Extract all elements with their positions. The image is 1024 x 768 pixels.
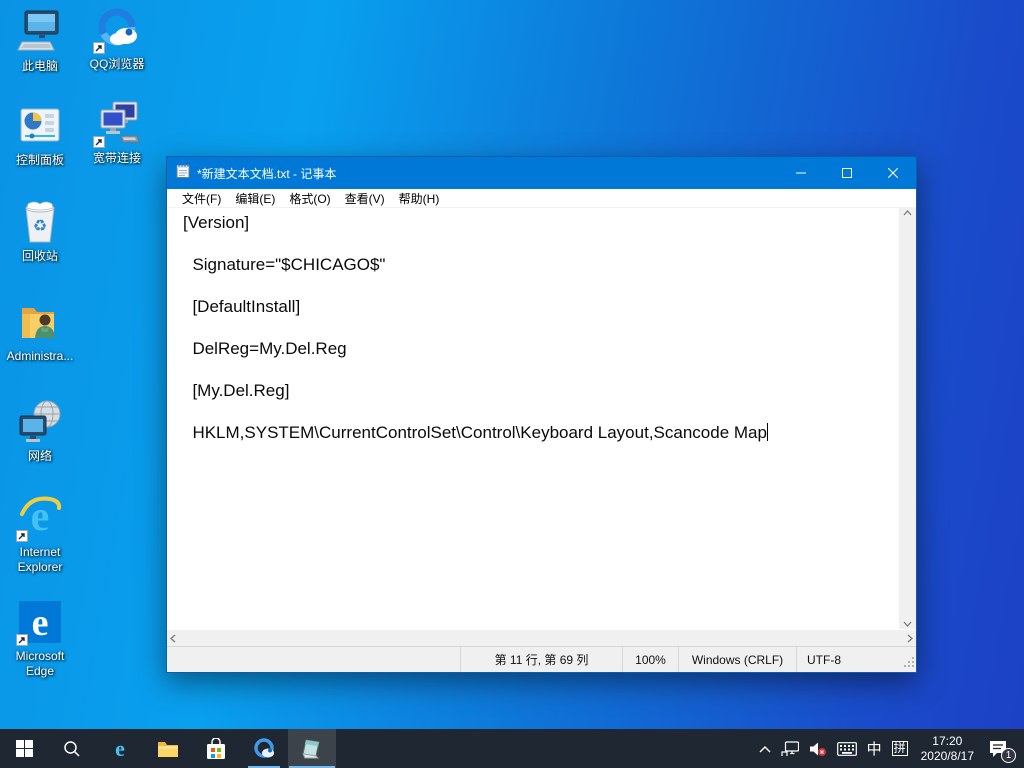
resize-grip[interactable]	[904, 656, 914, 670]
notification-badge: 1	[1001, 748, 1016, 763]
shortcut-arrow-icon	[93, 42, 105, 54]
menu-edit[interactable]: 编辑(E)	[228, 190, 282, 207]
text-editor-area[interactable]: [Version] Signature="$CHICAGO$" [Default…	[167, 208, 899, 629]
maximize-button[interactable]	[824, 157, 870, 189]
menu-help[interactable]: 帮助(H)	[392, 190, 447, 207]
window-title: *新建文本文档.txt - 记事本	[197, 165, 778, 182]
desktop-icon-label: QQ浏览器	[90, 57, 145, 72]
status-cursor-position: 第 11 行, 第 69 列	[460, 647, 622, 672]
taskbar-notepad-button[interactable]	[288, 729, 336, 768]
desktop-icon-broadband[interactable]: 宽带连接	[78, 100, 156, 166]
status-line-ending: Windows (CRLF)	[678, 647, 796, 672]
clock-date: 2020/8/17	[921, 749, 974, 764]
scroll-right-icon	[907, 634, 913, 643]
scroll-left-icon	[170, 634, 176, 643]
tray-network[interactable]	[776, 729, 804, 768]
taskbar-file-explorer-button[interactable]	[144, 729, 192, 768]
svg-text:e: e	[32, 602, 49, 644]
status-zoom-level: 100%	[622, 647, 678, 672]
microsoft-edge-icon: e	[16, 598, 64, 646]
tray-touch-keyboard[interactable]	[832, 729, 862, 768]
tray-show-hidden-icons[interactable]	[754, 729, 776, 768]
close-button[interactable]	[870, 157, 916, 189]
notepad-statusbar: 第 11 行, 第 69 列 100% Windows (CRLF) UTF-8	[167, 646, 916, 672]
qq-browser-icon	[252, 737, 276, 761]
clock-time: 17:20	[932, 734, 962, 749]
notepad-icon	[300, 737, 324, 761]
svg-text:♻: ♻	[33, 218, 47, 235]
scroll-up-icon	[903, 210, 912, 216]
notepad-titlebar[interactable]: *新建文本文档.txt - 记事本	[167, 157, 916, 189]
desktop-icon-label: 回收站	[22, 249, 58, 264]
user-folder-icon	[16, 298, 64, 346]
notepad-menubar: 文件(F) 编辑(E) 格式(O) 查看(V) 帮助(H)	[167, 189, 916, 208]
taskbar-edge-button[interactable]: e	[96, 729, 144, 768]
recycle-bin-icon: ♻	[16, 198, 64, 246]
desktop-icon-label: 控制面板	[16, 153, 64, 168]
desktop-icon-label: 宽带连接	[93, 151, 141, 166]
desktop-icon-label: 此电脑	[22, 59, 58, 74]
file-explorer-icon	[157, 738, 179, 760]
network-icon	[781, 741, 799, 757]
notepad-window: *新建文本文档.txt - 记事本 文件(F) 编辑(E) 格式(O) 查看(V…	[166, 156, 917, 673]
broadband-icon	[93, 100, 141, 148]
desktop-icon-this-pc[interactable]: 此电脑	[1, 8, 79, 74]
horizontal-scrollbar[interactable]	[167, 629, 916, 646]
notepad-app-icon	[175, 163, 191, 184]
desktop-icon-internet-explorer[interactable]: e Internet Explorer	[1, 494, 79, 575]
internet-explorer-icon: e	[16, 494, 64, 542]
taskbar-store-button[interactable]	[192, 729, 240, 768]
action-center-button[interactable]: 1	[982, 729, 1018, 768]
microsoft-store-icon	[206, 738, 226, 760]
keyboard-icon	[837, 742, 857, 756]
search-button[interactable]	[48, 729, 96, 768]
svg-text:e: e	[115, 737, 125, 761]
this-pc-icon	[16, 8, 64, 56]
desktop-icon-network[interactable]: 网络	[1, 398, 79, 464]
qq-browser-icon	[93, 6, 141, 54]
desktop-icon-recycle-bin[interactable]: ♻ 回收站	[1, 198, 79, 264]
vertical-scrollbar[interactable]	[899, 208, 916, 629]
scroll-down-icon	[903, 621, 912, 627]
desktop-icon-qq-browser[interactable]: QQ浏览器	[78, 6, 156, 72]
desktop-icon-label: Microsoft Edge	[1, 649, 79, 679]
desktop-icon-admin-folder[interactable]: Administra...	[1, 298, 79, 364]
network-icon	[16, 398, 64, 446]
taskbar-qq-browser-button[interactable]	[240, 729, 288, 768]
shortcut-arrow-icon	[93, 136, 105, 148]
desktop-icon-microsoft-edge[interactable]: e Microsoft Edge	[1, 598, 79, 679]
control-panel-icon	[16, 102, 64, 150]
menu-view[interactable]: 查看(V)	[338, 190, 392, 207]
desktop-icon-control-panel[interactable]: 控制面板	[1, 102, 79, 168]
menu-format[interactable]: 格式(O)	[282, 190, 337, 207]
tray-volume-muted[interactable]	[804, 729, 832, 768]
search-icon	[63, 740, 81, 758]
tray-ime-scheme[interactable]: 拼	[887, 729, 913, 768]
desktop-icon-label: 网络	[28, 449, 52, 464]
tray-ime-mode[interactable]: 中	[862, 729, 887, 768]
taskbar: e	[0, 729, 1024, 768]
text-caret	[767, 423, 768, 441]
volume-muted-icon	[809, 741, 827, 757]
shortcut-arrow-icon	[16, 634, 28, 646]
document-text: [Version] Signature="$CHICAGO$" [Default…	[183, 213, 767, 442]
windows-logo-icon	[16, 740, 33, 757]
tray-clock[interactable]: 17:20 2020/8/17	[913, 734, 982, 764]
chevron-up-icon	[759, 745, 771, 753]
desktop-icon-label: Administra...	[7, 349, 74, 364]
shortcut-arrow-icon	[16, 530, 28, 542]
minimize-button[interactable]	[778, 157, 824, 189]
desktop-icon-label: Internet Explorer	[1, 545, 79, 575]
menu-file[interactable]: 文件(F)	[175, 190, 228, 207]
status-spacer	[167, 647, 460, 672]
start-button[interactable]	[0, 729, 48, 768]
edge-icon: e	[108, 737, 132, 761]
status-encoding: UTF-8	[796, 647, 916, 672]
